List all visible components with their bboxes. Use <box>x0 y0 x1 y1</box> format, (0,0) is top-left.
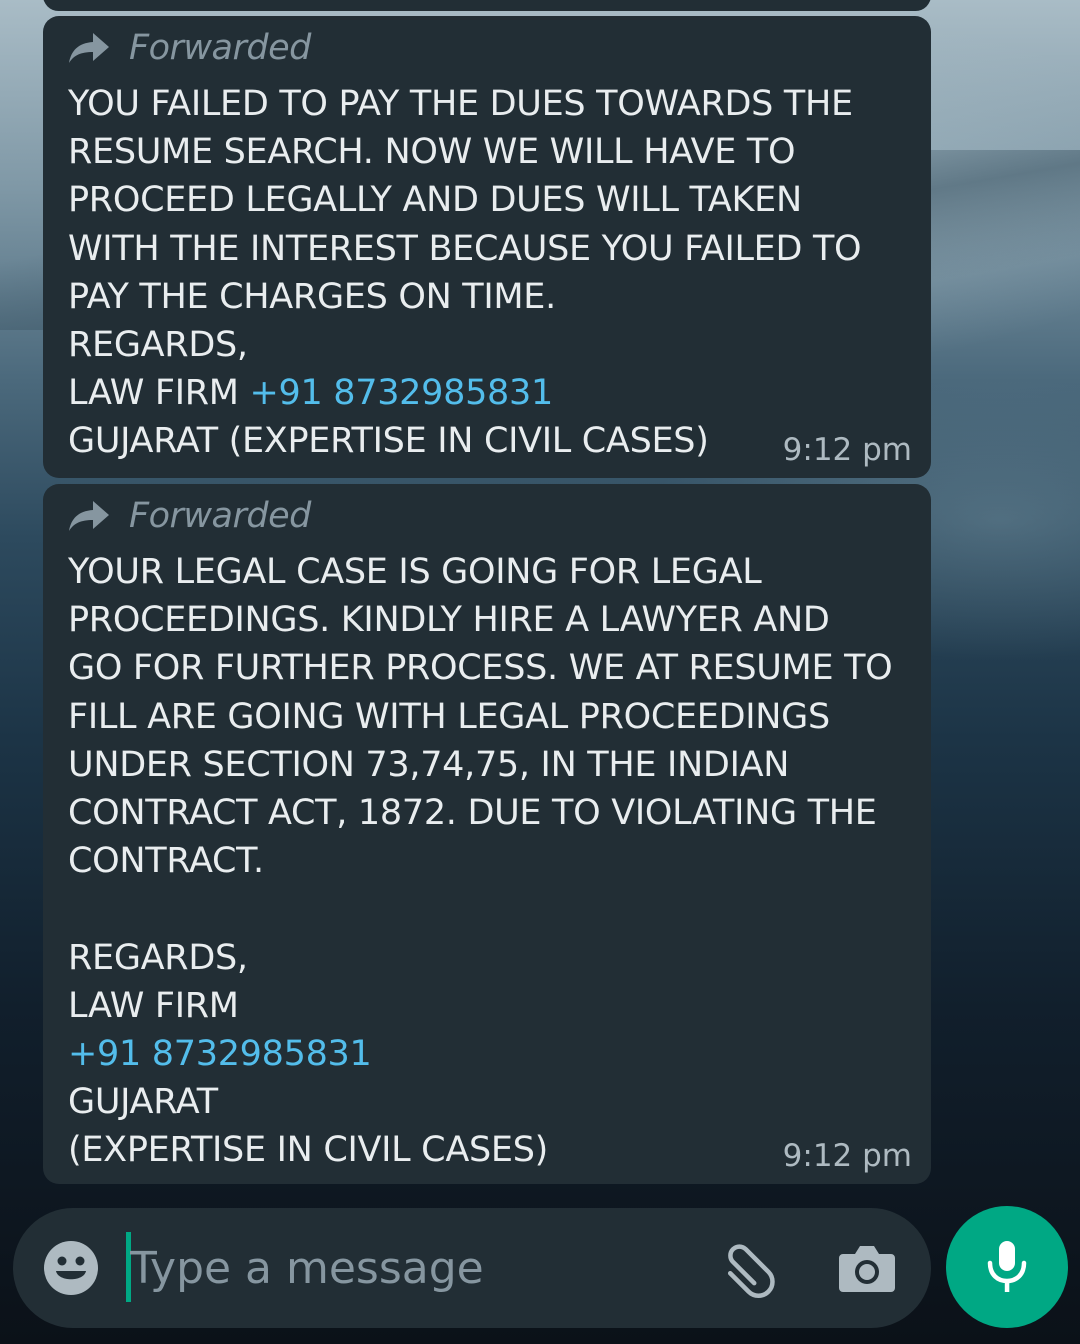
message-line: GO FOR FURTHER PROCESS. WE AT RESUME TO <box>68 648 893 689</box>
message-composer <box>13 1208 931 1328</box>
message-line: PROCEEDINGS. KINDLY HIRE A LAWYER AND <box>68 600 830 641</box>
message-line: LAW FIRM +91 8732985831 <box>68 369 861 417</box>
message-line: GUJARAT (EXPERTISE IN CIVIL CASES) <box>68 421 709 462</box>
phone-link[interactable]: +91 8732985831 <box>68 1034 372 1074</box>
message-input[interactable] <box>130 1236 690 1300</box>
message-text: YOUR LEGAL CASE IS GOING FOR LEGAL PROCE… <box>68 548 893 1174</box>
forward-arrow-icon <box>69 33 109 63</box>
message-line: YOUR LEGAL CASE IS GOING FOR LEGAL <box>68 552 762 592</box>
message-line <box>68 885 892 933</box>
chat-area[interactable]: Forwarded YOU FAILED TO PAY THE DUES TOW… <box>0 0 1080 1200</box>
message-text: YOU FAILED TO PAY THE DUES TOWARDS THE R… <box>68 80 862 466</box>
previous-message-bubble[interactable] <box>43 0 931 11</box>
message-line: PROCEED LEGALLY AND DUES WILL TAKEN <box>68 180 802 221</box>
forwarded-indicator: Forwarded <box>67 28 311 68</box>
message-line: LAW FIRM <box>68 985 239 1026</box>
emoji-icon[interactable] <box>43 1240 99 1296</box>
message-line: GUJARAT <box>68 1082 218 1123</box>
message-line: REGARDS, <box>68 324 248 365</box>
message-bubble[interactable]: Forwarded YOU FAILED TO PAY THE DUES TOW… <box>43 16 931 478</box>
paperclip-icon[interactable] <box>719 1238 781 1300</box>
forwarded-label: Forwarded <box>129 496 311 536</box>
mic-icon <box>987 1241 1027 1292</box>
message-line: CONTRACT ACT, 1872. DUE TO VIOLATING THE <box>68 792 877 833</box>
message-line: CONTRACT. <box>68 841 264 882</box>
forwarded-indicator: Forwarded <box>67 496 311 536</box>
forward-arrow-icon <box>69 501 109 531</box>
message-line: (EXPERTISE IN CIVIL CASES) <box>68 1130 548 1171</box>
message-line: FILL ARE GOING WITH LEGAL PROCEEDINGS <box>68 696 830 737</box>
message-line: +91 8732985831 <box>68 1030 892 1078</box>
message-line-text: LAW FIRM <box>68 373 250 414</box>
message-line: PAY THE CHARGES ON TIME. <box>68 276 556 317</box>
message-timestamp: 9:12 pm <box>782 432 912 468</box>
message-line: RESUME SEARCH. NOW WE WILL HAVE TO <box>68 132 796 173</box>
message-bubble[interactable]: Forwarded YOUR LEGAL CASE IS GOING FOR L… <box>43 484 931 1184</box>
message-line: WITH THE INTEREST BECAUSE YOU FAILED TO <box>68 228 862 269</box>
forwarded-label: Forwarded <box>129 28 311 68</box>
message-line: YOU FAILED TO PAY THE DUES TOWARDS THE <box>68 84 853 124</box>
phone-link[interactable]: +91 8732985831 <box>249 373 553 413</box>
message-line: UNDER SECTION 73,74,75, IN THE INDIAN <box>68 744 790 785</box>
mic-button[interactable] <box>946 1206 1068 1328</box>
camera-icon[interactable] <box>837 1240 897 1296</box>
message-line: REGARDS, <box>68 937 248 978</box>
message-timestamp: 9:12 pm <box>782 1138 912 1174</box>
